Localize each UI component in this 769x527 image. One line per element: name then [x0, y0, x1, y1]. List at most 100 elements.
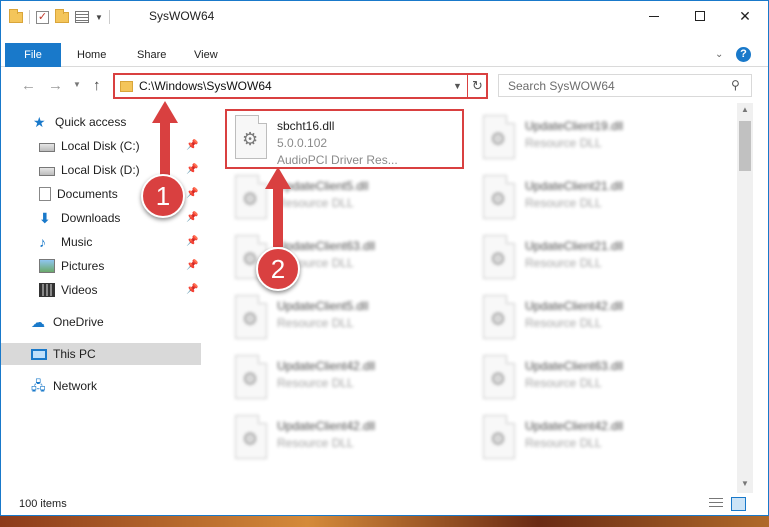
minimize-button[interactable]	[631, 1, 677, 31]
pictures-icon	[39, 259, 55, 273]
file-tile[interactable]: ⚙ UpdateClient42.dll Resource DLL	[227, 351, 461, 407]
file-name: UpdateClient42.dll	[277, 419, 376, 433]
ribbon-tabs: File Home Share View ⌄ ?	[1, 43, 768, 67]
file-tile[interactable]: ⚙ UpdateClient42.dll Resource DLL	[227, 411, 461, 467]
file-tile[interactable]: ⚙ UpdateClient5.dll Resource DLL	[227, 171, 461, 227]
file-type: Resource DLL	[525, 376, 602, 390]
address-path[interactable]: C:\Windows\SysWOW64	[139, 79, 272, 93]
file-tile[interactable]: ⚙ UpdateClient42.dll Resource DLL	[475, 291, 709, 347]
file-type: Resource DLL	[277, 436, 354, 450]
dll-file-icon: ⚙	[483, 415, 515, 459]
file-type: Resource DLL	[277, 316, 354, 330]
file-tile[interactable]: ⚙ UpdateClient19.dll Resource DLL	[475, 111, 709, 167]
search-input[interactable]: Search SysWOW64 ⚲	[498, 74, 752, 97]
back-arrow-icon[interactable]: ←	[21, 77, 36, 94]
dll-file-icon: ⚙	[483, 295, 515, 339]
pin-icon[interactable]: 📌	[186, 260, 198, 271]
large-icons-view-icon[interactable]	[731, 497, 746, 511]
download-icon: ⬇	[39, 210, 51, 226]
details-view-icon[interactable]	[709, 498, 723, 510]
properties-check-icon[interactable]: ✓	[36, 10, 49, 24]
drive-icon	[39, 143, 55, 152]
file-type: Resource DLL	[525, 256, 602, 270]
file-tile[interactable]: ⚙ UpdateClient21.dll Resource DLL	[475, 231, 709, 287]
scroll-up-icon[interactable]: ▲	[741, 105, 749, 114]
file-tile[interactable]: ⚙ UpdateClient5.dll Resource DLL	[227, 291, 461, 347]
refresh-icon[interactable]: ↻	[472, 78, 483, 94]
sidebar-item-pictures[interactable]: Pictures 📌	[1, 255, 201, 277]
pin-icon[interactable]: 📌	[186, 212, 198, 223]
file-list: ⚙ sbcht16.dll 5.0.0.102 AudioPCI Driver …	[203, 103, 737, 493]
file-type: Resource DLL	[277, 376, 354, 390]
file-type: Resource DLL	[277, 196, 354, 210]
maximize-icon	[695, 11, 705, 21]
dll-file-icon: ⚙	[483, 175, 515, 219]
pin-icon[interactable]: 📌	[186, 188, 198, 199]
sidebar-item-label: Pictures	[61, 259, 105, 273]
minimize-icon	[649, 15, 659, 17]
sidebar-item-label: Local Disk (C:)	[61, 139, 140, 153]
gear-icon: ⚙	[242, 429, 259, 449]
sidebar-item-this-pc[interactable]: This PC	[1, 343, 201, 365]
sidebar-item-label: Documents	[57, 187, 118, 201]
up-arrow-icon[interactable]: ↑	[93, 77, 101, 94]
help-icon[interactable]: ?	[736, 47, 751, 62]
dll-file-icon: ⚙	[483, 235, 515, 279]
folder-icon	[9, 8, 23, 23]
gear-icon: ⚙	[490, 309, 507, 329]
scroll-down-icon[interactable]: ▼	[741, 479, 749, 488]
toolbar-divider	[108, 10, 110, 24]
tab-share[interactable]: Share	[137, 43, 166, 67]
file-tile[interactable]: ⚙ UpdateClient63.dll Resource DLL	[475, 351, 709, 407]
address-bar[interactable]: C:\Windows\SysWOW64 ▼ ↻	[113, 73, 488, 99]
pin-icon[interactable]: 📌	[186, 284, 198, 295]
file-highlight-box	[225, 109, 464, 169]
file-name: UpdateClient19.dll	[525, 119, 624, 133]
music-icon: ♪	[39, 234, 46, 250]
tab-file[interactable]: File	[5, 43, 61, 67]
chevron-down-icon[interactable]: ▼	[453, 81, 462, 91]
tab-view[interactable]: View	[194, 43, 218, 67]
tab-home[interactable]: Home	[77, 43, 106, 67]
maximize-button[interactable]	[677, 1, 723, 31]
vertical-scrollbar[interactable]: ▲ ▼	[737, 103, 753, 493]
file-type: Resource DLL	[525, 196, 602, 210]
gear-icon: ⚙	[242, 189, 259, 209]
scroll-thumb[interactable]	[739, 121, 751, 171]
sidebar-item-videos[interactable]: Videos 📌	[1, 279, 201, 301]
search-icon[interactable]: ⚲	[731, 78, 740, 92]
gear-icon: ⚙	[490, 189, 507, 209]
sidebar-item-local-disk-c[interactable]: Local Disk (C:) 📌	[1, 135, 201, 157]
navigation-pane: ★ Quick access Local Disk (C:) 📌 Local D…	[1, 103, 203, 493]
expand-ribbon-icon[interactable]: ⌄	[715, 49, 723, 60]
folder-icon	[120, 81, 133, 92]
search-placeholder: Search SysWOW64	[508, 79, 615, 93]
title-bar: ✓ ▼ SysWOW64 ✕	[1, 1, 768, 32]
customize-toolbar-icon[interactable]	[75, 11, 89, 23]
gear-icon: ⚙	[490, 429, 507, 449]
annotation-step-2-badge: 2	[256, 247, 300, 291]
pin-icon[interactable]: 📌	[186, 140, 198, 151]
sidebar-item-onedrive[interactable]: ☁ OneDrive	[1, 311, 201, 333]
pin-icon[interactable]: 📌	[186, 164, 198, 175]
sidebar-item-network[interactable]: 🖧 Network	[1, 375, 201, 397]
quick-access-toolbar: ✓ ▼	[9, 8, 110, 24]
file-tile[interactable]: ⚙ UpdateClient42.dll Resource DLL	[475, 411, 709, 467]
toolbar-dropdown-icon[interactable]: ▼	[95, 13, 103, 22]
annotation-arrow-head-1	[152, 101, 178, 123]
pin-icon[interactable]: 📌	[186, 236, 198, 247]
star-icon: ★	[33, 114, 46, 130]
file-name: UpdateClient21.dll	[525, 179, 624, 193]
status-bar: 100 items	[1, 493, 768, 515]
forward-arrow-icon[interactable]: →	[48, 77, 63, 94]
annotation-step-1-badge: 1	[141, 174, 185, 218]
new-folder-icon[interactable]	[55, 8, 69, 23]
gear-icon: ⚙	[242, 309, 259, 329]
close-button[interactable]: ✕	[722, 1, 768, 31]
file-tile[interactable]: ⚙ UpdateClient21.dll Resource DLL	[475, 171, 709, 227]
sidebar-item-music[interactable]: ♪ Music 📌	[1, 231, 201, 253]
recent-locations-icon[interactable]: ▼	[73, 80, 81, 89]
sidebar-item-label: Network	[53, 379, 98, 393]
address-divider	[467, 75, 468, 97]
file-name: UpdateClient63.dll	[525, 359, 624, 373]
